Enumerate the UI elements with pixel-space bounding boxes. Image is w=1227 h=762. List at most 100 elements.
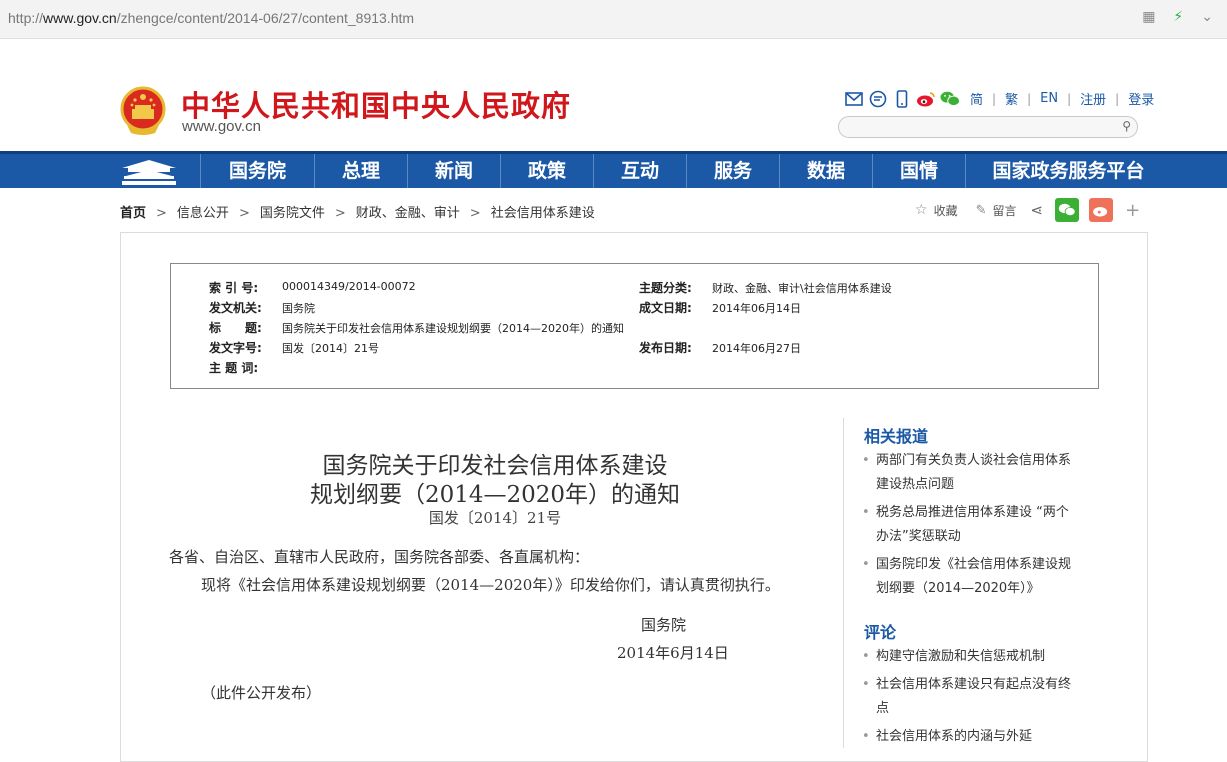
lightning-icon[interactable]: ⚡ <box>1173 9 1183 25</box>
divider: | <box>992 91 997 106</box>
title-label: 标 题: <box>209 321 262 335</box>
comment-item-line[interactable]: 社会信用体系建设只有起点没有终 <box>862 673 1102 697</box>
related-item-line[interactable]: 两部门有关负责人谈社会信用体系 <box>862 449 1102 473</box>
topic-value: 财政、金融、审计\社会信用体系建设 <box>712 282 892 295</box>
doc-number-value: 国发〔2014〕21号 <box>282 342 379 355</box>
breadcrumb-item[interactable]: 社会信用体系建设 <box>491 206 595 221</box>
comment-item[interactable]: • 构建守信激励和失信惩戒机制 <box>862 645 1102 669</box>
bullet: • <box>862 729 870 744</box>
issuer-value: 国务院 <box>282 302 315 315</box>
related-item-line[interactable]: 办法”奖惩联动 <box>862 525 1102 549</box>
divider: | <box>1115 91 1120 106</box>
weibo-share-button[interactable] <box>1089 198 1114 222</box>
article-body: 现将《社会信用体系建设规划纲要（2014—2020年）》印发给你们，请认真贯彻执… <box>201 576 780 594</box>
title-value: 国务院关于印发社会信用体系建设规划纲要（2014—2020年）的通知 <box>282 322 624 335</box>
breadcrumb-home[interactable]: 首页 <box>120 206 146 221</box>
bullet: • <box>862 677 870 692</box>
share-toolbar: ☆ 收藏 ✎ 留言 ⋖ + <box>915 198 1140 222</box>
comment-item-line[interactable]: 构建守信激励和失信惩戒机制 <box>862 645 1102 669</box>
breadcrumb-arrow: > <box>156 206 167 221</box>
related-item-line[interactable]: 划纲要（2014—2020年）》 <box>862 577 1102 601</box>
breadcrumb-arrow: > <box>334 206 346 221</box>
comment-item[interactable]: • 社会信用体系建设只有起点没有终 点 <box>862 673 1102 721</box>
wechat-share-button[interactable] <box>1055 198 1080 222</box>
message-icon[interactable] <box>868 90 888 108</box>
issuer-label: 发文机关: <box>209 301 262 315</box>
qr-code-icon[interactable]: ▦ <box>1142 9 1155 25</box>
breadcrumb-arrow: > <box>238 206 250 221</box>
main-nav: 国务院 总理 新闻 政策 互动 服务 数据 国情 国家政务服务平台 <box>0 151 1227 188</box>
breadcrumb: 首页 > 信息公开 > 国务院文件 > 财政、金融、审计 > 社会信用体系建设 <box>120 202 595 221</box>
search-icon[interactable]: ⚲ <box>1122 119 1131 133</box>
keywords-label: 主 题 词: <box>209 361 259 375</box>
lang-simplified-link[interactable]: 简 <box>970 89 983 108</box>
browser-address-bar[interactable]: http://www.gov.cn/zhengce/content/2014-0… <box>0 0 1227 39</box>
document-metadata-box: 索 引 号: 000014349/2014-00072 主题分类: 财政、金融、… <box>170 263 1099 389</box>
published-date-label: 发布日期: <box>639 341 692 355</box>
url-path: /zhengce/content/2014-06/27/content_8913… <box>116 10 415 26</box>
index-value: 000014349/2014-00072 <box>282 280 416 293</box>
pencil-icon[interactable]: ✎ <box>976 203 987 218</box>
article-date: 2014年6月14日 <box>617 644 729 662</box>
nav-item-state-council[interactable]: 国务院 <box>200 154 314 188</box>
search-input[interactable]: ⚲ <box>838 116 1138 138</box>
breadcrumb-item[interactable]: 国务院文件 <box>260 206 325 221</box>
doc-number-label: 发文字号: <box>209 341 262 355</box>
lang-english-link[interactable]: EN <box>1040 91 1058 106</box>
nav-item-data[interactable]: 数据 <box>779 154 872 188</box>
site-url[interactable]: www.gov.cn <box>182 118 261 135</box>
top-tools: 简 | 繁 | EN | 注册 | 登录 <box>844 89 1154 108</box>
divider: | <box>1027 91 1032 106</box>
related-item-line[interactable]: 税务总局推进信用体系建设 “两个 <box>862 501 1102 525</box>
related-item-line[interactable]: 国务院印发《社会信用体系建设规 <box>862 553 1102 577</box>
published-date-value: 2014年06月27日 <box>712 342 801 355</box>
chevron-down-icon[interactable]: ⌄ <box>1201 9 1213 25</box>
comment-item[interactable]: • 社会信用体系的内涵与外延 <box>862 725 1102 749</box>
mobile-icon[interactable] <box>892 89 912 108</box>
related-item[interactable]: • 税务总局推进信用体系建设 “两个 办法”奖惩联动 <box>862 501 1102 549</box>
divider: | <box>1067 91 1072 106</box>
article-signer: 国务院 <box>641 616 687 634</box>
topic-label: 主题分类: <box>639 281 692 295</box>
breadcrumb-item[interactable]: 信息公开 <box>177 206 229 221</box>
comment-link[interactable]: 留言 <box>992 202 1016 219</box>
share-icon[interactable]: ⋖ <box>1031 201 1044 219</box>
lang-traditional-link[interactable]: 繁 <box>1005 89 1018 108</box>
bullet: • <box>862 649 870 664</box>
url-domain: www.gov.cn <box>43 10 117 26</box>
more-share-button[interactable]: + <box>1125 200 1140 221</box>
sidebar-divider <box>843 418 844 748</box>
index-label: 索 引 号: <box>209 281 259 295</box>
article-salutation: 各省、自治区、直辖市人民政府，国务院各部委、各直属机构： <box>169 548 590 566</box>
related-item[interactable]: • 两部门有关负责人谈社会信用体系 建设热点问题 <box>862 449 1102 497</box>
comment-item-line[interactable]: 点 <box>862 697 1102 721</box>
written-date-value: 2014年06月14日 <box>712 302 801 315</box>
article-note: （此件公开发布） <box>201 684 322 702</box>
nav-item-interaction[interactable]: 互动 <box>593 154 686 188</box>
nav-item-services[interactable]: 服务 <box>686 154 779 188</box>
register-link[interactable]: 注册 <box>1080 89 1106 108</box>
comments-heading: 评论 <box>864 623 897 642</box>
written-date-label: 成文日期: <box>639 301 692 315</box>
wechat-icon[interactable] <box>940 90 960 108</box>
comment-item-line[interactable]: 社会信用体系的内涵与外延 <box>862 725 1102 749</box>
mail-icon[interactable] <box>844 90 864 108</box>
national-emblem-icon[interactable] <box>119 85 167 137</box>
breadcrumb-item[interactable]: 财政、金融、审计 <box>356 206 460 221</box>
nav-item-national-info[interactable]: 国情 <box>872 154 965 188</box>
tiananmen-gate-icon[interactable] <box>118 158 180 186</box>
nav-item-policy[interactable]: 政策 <box>500 154 593 188</box>
url-text[interactable]: http://www.gov.cn/zhengce/content/2014-0… <box>8 10 414 26</box>
nav-item-premier[interactable]: 总理 <box>314 154 407 188</box>
bullet: • <box>862 557 870 572</box>
nav-item-news[interactable]: 新闻 <box>407 154 500 188</box>
weibo-icon[interactable] <box>916 90 936 108</box>
nav-item-service-platform[interactable]: 国家政务服务平台 <box>965 154 1171 188</box>
star-icon[interactable]: ☆ <box>915 202 928 218</box>
favorite-link[interactable]: 收藏 <box>934 202 958 219</box>
related-item[interactable]: • 国务院印发《社会信用体系建设规 划纲要（2014—2020年）》 <box>862 553 1102 601</box>
related-item-line[interactable]: 建设热点问题 <box>862 473 1102 497</box>
article-doc-number: 国发〔2014〕21号 <box>428 509 562 527</box>
url-prefix: http:// <box>8 10 44 26</box>
login-link[interactable]: 登录 <box>1128 89 1154 108</box>
